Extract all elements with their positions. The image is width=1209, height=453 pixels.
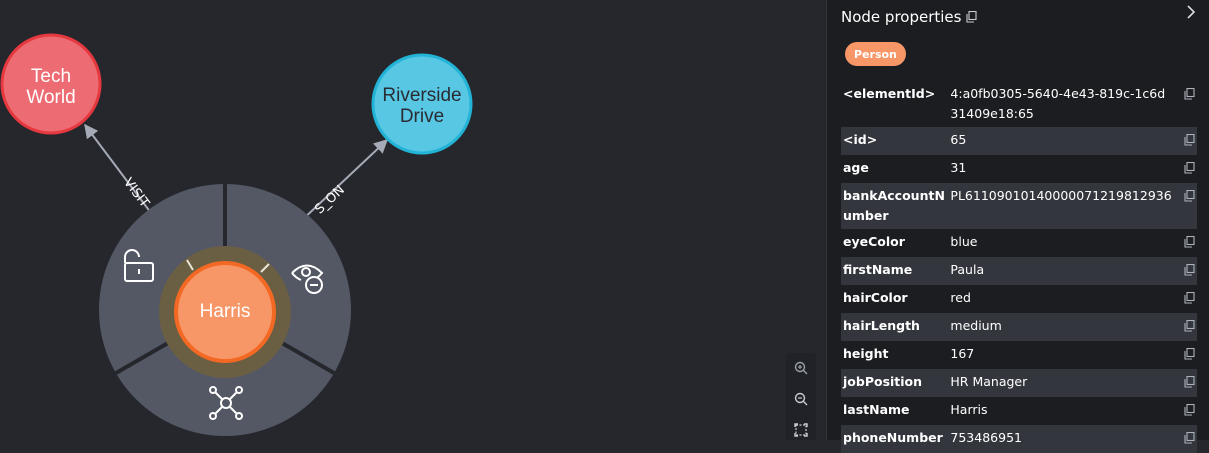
copy-icon — [1184, 262, 1195, 282]
copy-value-button[interactable] — [1175, 81, 1197, 127]
copy-icon — [1184, 402, 1195, 422]
fit-to-screen-button[interactable] — [786, 415, 816, 440]
property-key: <id> — [843, 132, 878, 147]
property-value: 753486951 — [950, 430, 1022, 445]
copy-value-button[interactable] — [1175, 425, 1197, 453]
property-row: hairColor red — [841, 285, 1197, 313]
property-value: 167 — [950, 346, 975, 361]
node-tech-world[interactable]: Tech World — [0, 33, 102, 135]
copy-value-button[interactable] — [1175, 257, 1197, 285]
property-row: <id> 65 — [841, 127, 1197, 155]
copy-icon[interactable] — [966, 8, 978, 27]
property-value: blue — [950, 234, 978, 249]
property-row: hairLength medium — [841, 313, 1197, 341]
edge-label-s-on: S_ON — [312, 183, 348, 218]
property-row: height 167 — [841, 341, 1197, 369]
copy-icon — [1184, 132, 1195, 152]
node-label-line: Harris — [200, 301, 251, 322]
node-label-line: World — [26, 87, 75, 108]
property-row: bankAccountNumber PL611090101400000712198… — [841, 183, 1197, 229]
property-value: 65 — [950, 132, 967, 147]
node-label-line: Tech — [31, 66, 71, 87]
property-value: HR Manager — [950, 374, 1028, 389]
copy-value-button[interactable] — [1175, 127, 1197, 155]
node-label-line: Riverside — [382, 85, 461, 106]
property-key: age — [843, 160, 869, 175]
copy-value-button[interactable] — [1175, 229, 1197, 257]
copy-icon — [1184, 234, 1195, 254]
property-row: lastName Harris — [841, 397, 1197, 425]
unlock-button[interactable] — [121, 249, 157, 286]
copy-icon — [1184, 188, 1195, 208]
property-value: Harris — [950, 402, 988, 417]
copy-value-button[interactable] — [1175, 313, 1197, 341]
property-value: Paula — [950, 262, 985, 277]
property-key: hairLength — [843, 318, 920, 333]
panel-header: Node properties — [841, 6, 978, 28]
property-row: <elementId> 4:a0fb0305-5640-4e43-819c-1c6… — [841, 81, 1197, 127]
property-key: height — [843, 346, 889, 361]
node-properties-panel: Node properties Person <elementId> 4:a0fb… — [826, 0, 1209, 453]
copy-value-button[interactable] — [1175, 397, 1197, 425]
property-key: firstName — [843, 262, 913, 277]
node-label-badge[interactable]: Person — [845, 42, 906, 66]
copy-icon — [1184, 160, 1195, 180]
copy-icon — [1184, 86, 1195, 106]
copy-icon — [1184, 318, 1195, 338]
zoom-controls — [786, 353, 816, 440]
zoom-in-button[interactable] — [786, 353, 816, 383]
property-row: eyeColor blue — [841, 229, 1197, 257]
copy-icon — [1184, 290, 1195, 310]
copy-icon — [1184, 430, 1195, 450]
dismiss-node-button[interactable] — [290, 258, 326, 294]
fit-to-screen-icon — [794, 423, 808, 437]
zoom-out-button[interactable] — [786, 384, 816, 414]
copy-icon — [1184, 346, 1195, 366]
graph-canvas[interactable]: VISIT S_ON Tech World Riverside Drive Ha… — [0, 0, 826, 440]
property-row: age 31 — [841, 155, 1197, 183]
property-key: eyeColor — [843, 234, 905, 249]
property-key: hairColor — [843, 290, 908, 305]
property-value: 4:a0fb0305-5640-4e43-819c-1c6d31409e18:6… — [950, 86, 1166, 121]
expand-node-button[interactable] — [208, 385, 244, 421]
property-key: <elementId> — [843, 86, 936, 101]
collapse-panel-button[interactable] — [1181, 2, 1201, 22]
property-key: bankAccountNumber — [843, 188, 945, 223]
copy-value-button[interactable] — [1175, 183, 1197, 229]
property-row: phoneNumber 753486951 — [841, 425, 1197, 453]
property-key: lastName — [843, 402, 910, 417]
zoom-in-icon — [794, 361, 808, 375]
chevron-right-icon — [1187, 5, 1196, 19]
node-label-line: Drive — [400, 106, 444, 127]
property-key: jobPosition — [843, 374, 923, 389]
property-row: firstName Paula — [841, 257, 1197, 285]
copy-value-button[interactable] — [1175, 341, 1197, 369]
zoom-out-icon — [794, 392, 808, 406]
edge-label-visit: VISIT — [120, 175, 152, 210]
property-value: PL61109010140000071219812936 — [950, 188, 1172, 203]
edge-s-on[interactable]: S_ON — [299, 139, 389, 223]
properties-table: <elementId> 4:a0fb0305-5640-4e43-819c-1c6… — [841, 81, 1197, 453]
property-key: phoneNumber — [843, 430, 943, 445]
copy-value-button[interactable] — [1175, 155, 1197, 183]
copy-icon — [1184, 374, 1195, 394]
graph-visualization[interactable]: VISIT S_ON Tech World Riverside Drive Ha… — [0, 0, 826, 440]
property-value: red — [950, 290, 971, 305]
copy-value-button[interactable] — [1175, 285, 1197, 313]
property-value: medium — [950, 318, 1002, 333]
panel-title: Node properties — [841, 8, 962, 26]
node-riverside-drive[interactable]: Riverside Drive — [371, 53, 473, 155]
property-row: jobPosition HR Manager — [841, 369, 1197, 397]
property-value: 31 — [950, 160, 967, 175]
node-harris[interactable]: Harris — [174, 261, 276, 363]
copy-value-button[interactable] — [1175, 369, 1197, 397]
